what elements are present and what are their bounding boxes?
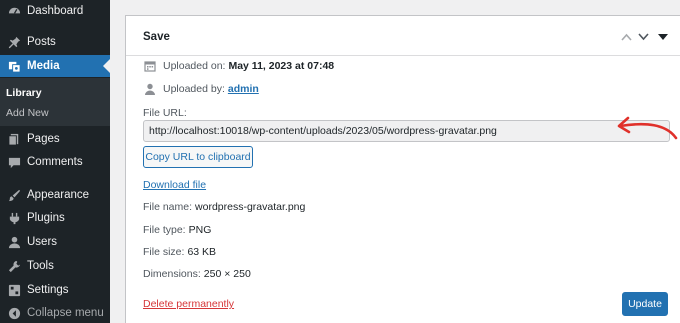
file-name-row: File name: wordpress-gravatar.png (143, 201, 305, 213)
move-down-icon[interactable] (636, 30, 650, 44)
wrench-icon (5, 260, 23, 273)
sidebar-item-label: Tools (27, 260, 54, 272)
toggle-panel-icon[interactable] (656, 30, 670, 44)
update-button[interactable]: Update (622, 292, 668, 316)
sidebar-item-dashboard[interactable]: Dashboard (0, 0, 110, 22)
sidebar-item-label: Appearance (27, 189, 90, 201)
submenu-item-library[interactable]: Library (6, 87, 42, 99)
sidebar-item-settings[interactable]: Settings (0, 279, 110, 301)
uploaded-by-row: Uploaded by: admin (143, 82, 259, 96)
collapse-icon (5, 307, 23, 320)
pages-icon (5, 133, 23, 146)
sidebar-item-label: Collapse menu (27, 307, 104, 319)
sidebar-item-tools[interactable]: Tools (0, 255, 110, 277)
sidebar-item-label: Plugins (27, 212, 65, 224)
dimensions-row: Dimensions: 250 × 250 (143, 268, 251, 280)
delete-permanently-link[interactable]: Delete permanently (143, 298, 234, 310)
sidebar-item-users[interactable]: Users (0, 231, 110, 253)
calendar-icon (143, 59, 157, 73)
author-link[interactable]: admin (228, 83, 259, 95)
sidebar-item-appearance[interactable]: Appearance (0, 184, 110, 206)
file-type-label: File type: (143, 224, 186, 236)
media-icon (5, 60, 23, 73)
sidebar-item-label: Users (27, 236, 58, 248)
sidebar-item-pages[interactable]: Pages (0, 128, 110, 150)
brush-icon (5, 189, 23, 202)
copy-url-button[interactable]: Copy URL to clipboard (143, 146, 253, 168)
sidebar-item-label: Comments (27, 156, 83, 168)
sidebar-item-label: Dashboard (27, 5, 84, 17)
annotation-arrow-icon (617, 116, 678, 140)
file-size-label: File size: (143, 246, 185, 258)
file-size-row: File size: 63 KB (143, 246, 216, 258)
sidebar-item-label: Pages (27, 133, 60, 145)
save-metabox: Save Uploaded on: May 11, 2023 at 07:48 … (125, 15, 680, 323)
download-file-link[interactable]: Download file (143, 179, 206, 191)
file-name-label: File name: (143, 201, 193, 213)
file-type-value: PNG (188, 224, 212, 236)
file-type-row: File type: PNG (143, 224, 211, 236)
sidebar-item-media[interactable]: Media (0, 55, 110, 77)
user-icon (143, 82, 157, 96)
metabox-title: Save (143, 31, 170, 43)
admin-sidebar: Dashboard Posts Media Library Add New Pa… (0, 0, 110, 323)
sidebar-item-label: Posts (27, 36, 56, 48)
sidebar-item-label: Media (27, 60, 60, 72)
sidebar-item-plugins[interactable]: Plugins (0, 207, 110, 229)
media-submenu: Library Add New (0, 78, 110, 126)
move-up-icon[interactable] (619, 30, 633, 44)
metabox-header: Save (126, 16, 680, 56)
dashboard-icon (5, 5, 23, 18)
file-url-field[interactable]: http://localhost:10018/wp-content/upload… (143, 120, 670, 142)
pin-icon (5, 36, 23, 49)
sidebar-item-comments[interactable]: Comments (0, 151, 110, 173)
submenu-item-add-new[interactable]: Add New (6, 107, 49, 119)
sidebar-item-label: Settings (27, 284, 69, 296)
uploaded-by-label: Uploaded by: (163, 83, 225, 95)
uploaded-on-value: May 11, 2023 at 07:48 (228, 60, 335, 72)
file-size-value: 63 KB (187, 246, 217, 258)
users-icon (5, 236, 23, 249)
plugins-icon (5, 212, 23, 225)
file-url-label: File URL: (143, 107, 187, 119)
uploaded-on-row: Uploaded on: May 11, 2023 at 07:48 (143, 59, 334, 73)
comments-icon (5, 156, 23, 169)
collapse-menu-button[interactable]: Collapse menu (0, 302, 110, 323)
file-name-value: wordpress-gravatar.png (195, 201, 306, 213)
uploaded-on-label: Uploaded on: (163, 60, 226, 72)
dimensions-value: 250 × 250 (203, 268, 251, 280)
sidebar-item-posts[interactable]: Posts (0, 31, 110, 53)
dimensions-label: Dimensions: (143, 268, 201, 280)
settings-icon (5, 284, 23, 297)
